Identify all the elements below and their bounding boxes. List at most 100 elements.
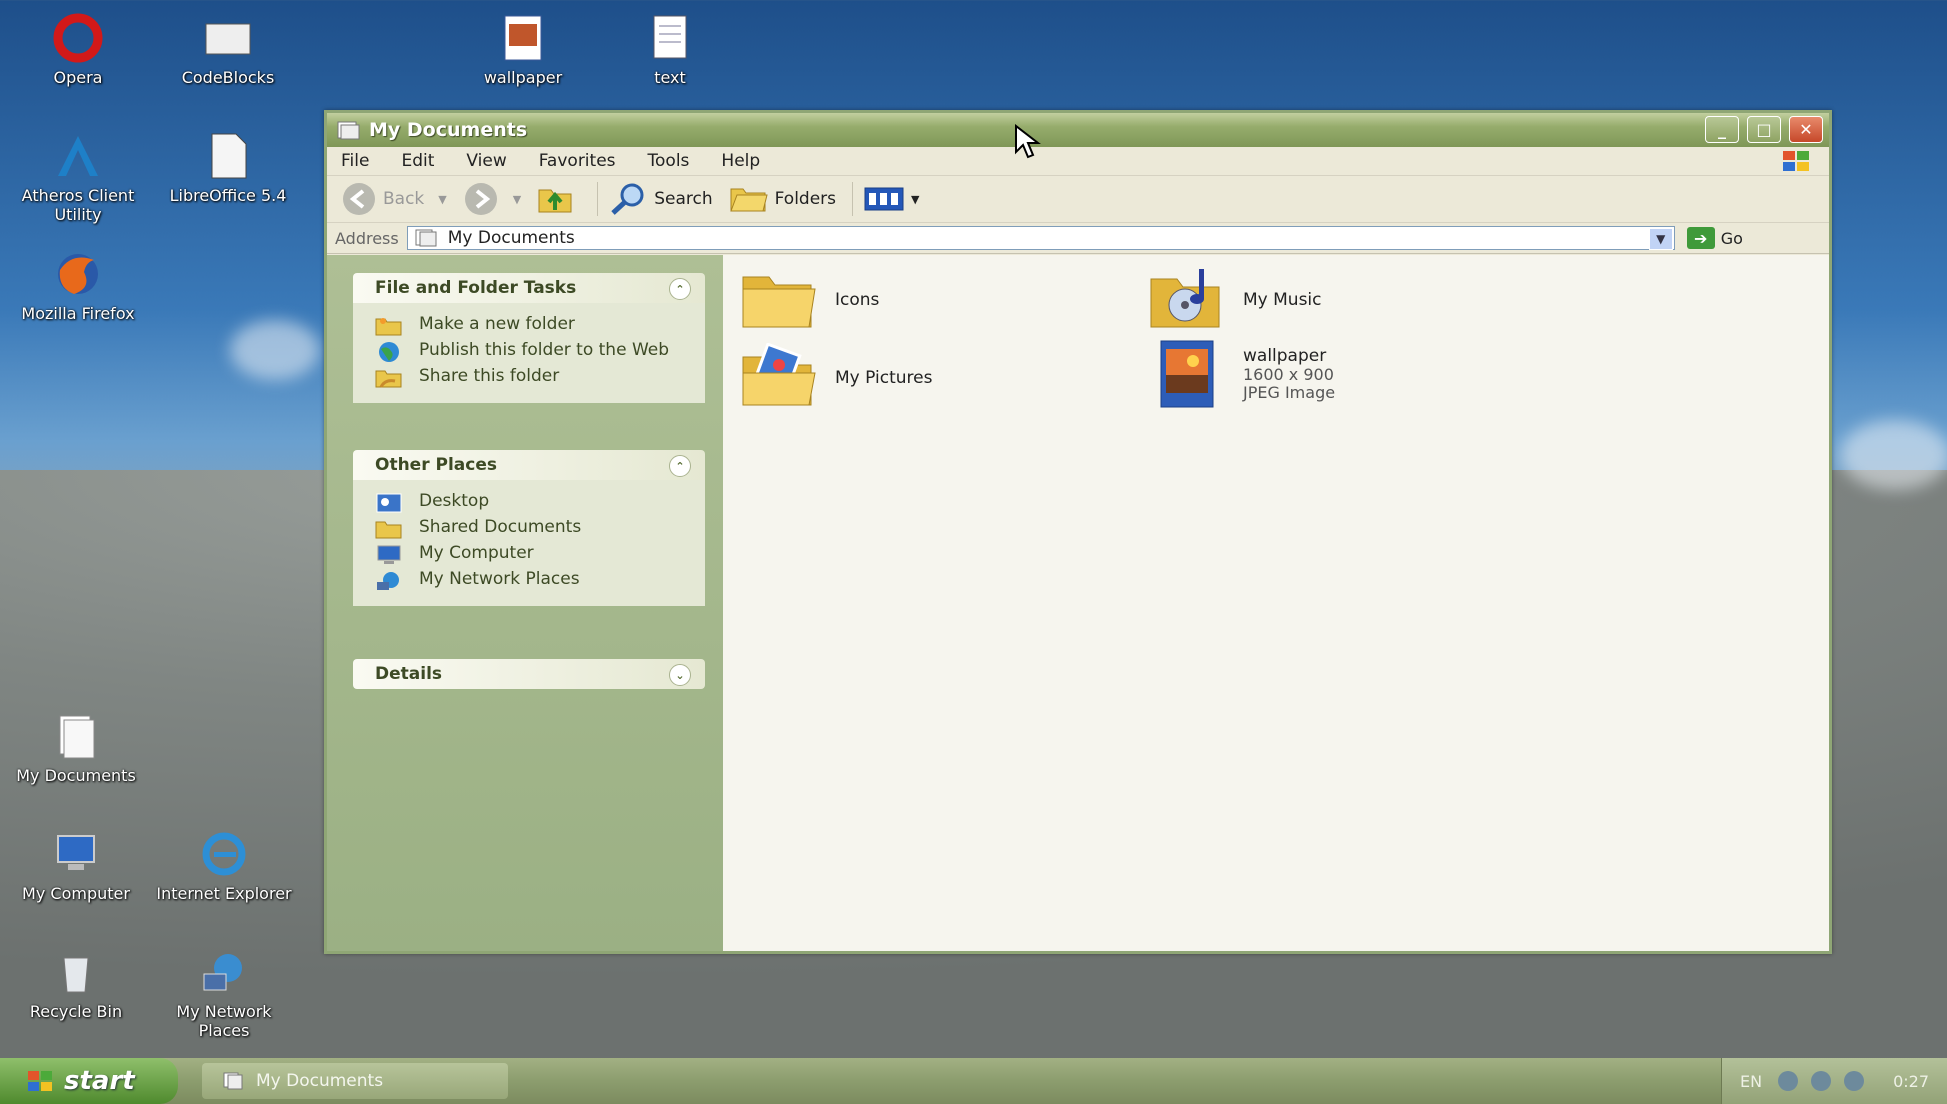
folders-label: Folders <box>774 189 837 209</box>
maximize-button[interactable]: □ <box>1747 116 1781 143</box>
place-label: Desktop <box>419 491 490 511</box>
file-item-icons[interactable]: Icons <box>739 265 879 335</box>
details-title: Details <box>375 664 443 684</box>
task-label: Publish this folder to the Web <box>419 340 670 360</box>
title-bar[interactable]: My Documents _ □ ✕ <box>327 113 1829 147</box>
task-make-new-folder[interactable]: Make a new folder <box>375 315 705 337</box>
address-field[interactable]: My Documents ▼ <box>406 226 1675 250</box>
file-name: wallpaper <box>1243 346 1327 366</box>
toolbar-separator <box>597 182 599 216</box>
address-dropdown-icon[interactable]: ▼ <box>1648 228 1673 250</box>
menu-edit[interactable]: Edit <box>401 151 434 171</box>
cloud <box>230 320 320 380</box>
views-dropdown-icon: ▼ <box>911 192 920 206</box>
desktop-icon-label: My Computer <box>22 884 130 903</box>
desktop-icon-my-computer[interactable]: My Computer <box>6 828 146 903</box>
desktop-icon-my-documents[interactable]: My Documents <box>6 710 146 785</box>
file-item-my-music[interactable]: My Music <box>1147 265 1322 335</box>
go-button[interactable]: ➔ Go <box>1686 227 1743 249</box>
firefox-icon <box>52 248 104 300</box>
clock[interactable]: 0:27 <box>1893 1072 1929 1091</box>
jpeg-icon <box>1160 340 1214 408</box>
desktop-icon-label: Internet Explorer <box>156 884 292 903</box>
desktop-icon <box>376 493 402 513</box>
desktop-icon-opera[interactable]: Opera <box>8 12 148 87</box>
start-button[interactable]: start <box>0 1058 178 1104</box>
taskbar-item-my-documents[interactable]: My Documents <box>202 1063 508 1099</box>
explorer-window: My Documents _ □ ✕ File Edit View Favori… <box>324 110 1832 954</box>
close-button[interactable]: ✕ <box>1789 116 1823 143</box>
collapse-chevron-icon[interactable]: ⌃ <box>669 278 691 300</box>
task-share-folder[interactable]: Share this folder <box>375 367 705 389</box>
search-button[interactable]: Search <box>608 182 713 216</box>
libreoffice-icon <box>202 130 254 182</box>
place-my-computer[interactable]: My Computer <box>375 544 705 566</box>
place-desktop[interactable]: Desktop <box>375 492 705 514</box>
tray-network-icon[interactable] <box>1811 1071 1832 1092</box>
cloud <box>1840 420 1947 490</box>
place-network-places[interactable]: My Network Places <box>375 570 705 592</box>
desktop-icon-codeblocks[interactable]: CodeBlocks <box>158 12 298 87</box>
back-arrow-icon <box>343 183 375 215</box>
back-button[interactable]: Back ▼ <box>341 181 447 217</box>
menu-help[interactable]: Help <box>721 151 760 171</box>
desktop-icon-atheros[interactable]: Atheros Client Utility <box>8 130 148 224</box>
other-places-title: Other Places <box>375 455 497 475</box>
desktop-icon-libreoffice[interactable]: LibreOffice 5.4 <box>158 130 298 205</box>
minimize-button[interactable]: _ <box>1705 116 1739 143</box>
start-label: start <box>64 1066 135 1096</box>
place-label: My Network Places <box>419 569 580 589</box>
file-item-wallpaper[interactable]: wallpaper 1600 x 900 JPEG Image <box>1147 339 1335 409</box>
desktop-icon-label: My Documents <box>16 766 136 785</box>
forward-button[interactable]: ▼ <box>463 181 521 217</box>
collapse-chevron-icon[interactable]: ⌃ <box>669 455 691 477</box>
desktop-icon-firefox[interactable]: Mozilla Firefox <box>8 248 148 323</box>
file-folder-tasks-header[interactable]: File and Folder Tasks ⌃ <box>353 273 705 303</box>
folder-doc-icon <box>337 121 360 140</box>
task-label: Share this folder <box>419 366 560 386</box>
menu-tools[interactable]: Tools <box>648 151 690 171</box>
my-computer-icon <box>50 828 102 880</box>
other-places-header[interactable]: Other Places ⌃ <box>353 450 705 480</box>
window-title: My Documents <box>369 119 528 141</box>
file-list: Icons My Music My Pictures wallpaper 160… <box>723 255 1829 951</box>
details-header[interactable]: Details ⌄ <box>353 659 705 689</box>
file-folder-tasks-title: File and Folder Tasks <box>375 278 577 298</box>
folder-icon <box>742 276 816 328</box>
up-folder-button[interactable] <box>537 182 581 216</box>
place-shared-documents[interactable]: Shared Documents <box>375 518 705 540</box>
atheros-icon <box>52 130 104 182</box>
menu-file[interactable]: File <box>341 151 369 171</box>
file-type: JPEG Image <box>1243 383 1336 402</box>
menu-favorites[interactable]: Favorites <box>539 151 616 171</box>
desktop-icon-internet-explorer[interactable]: Internet Explorer <box>154 828 294 903</box>
tray-expand-icon[interactable] <box>1778 1071 1799 1092</box>
recycle-bin-icon <box>50 946 102 998</box>
my-documents-small-icon <box>415 229 437 247</box>
tray-security-icon[interactable] <box>1844 1071 1865 1092</box>
pictures-folder-icon <box>742 343 816 406</box>
expand-chevron-icon[interactable]: ⌄ <box>669 664 691 686</box>
desktop-icon-wallpaper[interactable]: wallpaper <box>453 12 593 87</box>
address-bar: Address My Documents ▼ ➔ Go <box>327 223 1829 254</box>
taskbar-item-label: My Documents <box>256 1071 384 1091</box>
menu-view[interactable]: View <box>466 151 506 171</box>
other-places-panel: Other Places ⌃ Desktop Shared Documents … <box>353 450 705 606</box>
new-folder-icon <box>375 318 402 336</box>
back-dropdown-icon[interactable]: ▼ <box>438 193 446 206</box>
desktop-icon-text[interactable]: text <box>600 12 740 87</box>
file-name: My Pictures <box>835 368 933 388</box>
language-indicator[interactable]: EN <box>1740 1072 1762 1091</box>
search-icon <box>611 183 644 215</box>
opera-icon <box>52 12 104 64</box>
file-item-my-pictures[interactable]: My Pictures <box>739 343 932 413</box>
views-button[interactable]: ▼ <box>863 186 920 212</box>
desktop-icon-network-places[interactable]: My Network Places <box>154 946 294 1040</box>
back-label: Back <box>383 189 425 209</box>
folders-button[interactable]: Folders <box>729 183 836 215</box>
forward-dropdown-icon[interactable]: ▼ <box>513 193 521 206</box>
task-publish-folder[interactable]: Publish this folder to the Web <box>375 341 705 363</box>
system-tray: EN 0:27 <box>1721 1058 1947 1104</box>
desktop-icon-recycle-bin[interactable]: Recycle Bin <box>6 946 146 1021</box>
desktop-icon-label: wallpaper <box>483 68 563 87</box>
